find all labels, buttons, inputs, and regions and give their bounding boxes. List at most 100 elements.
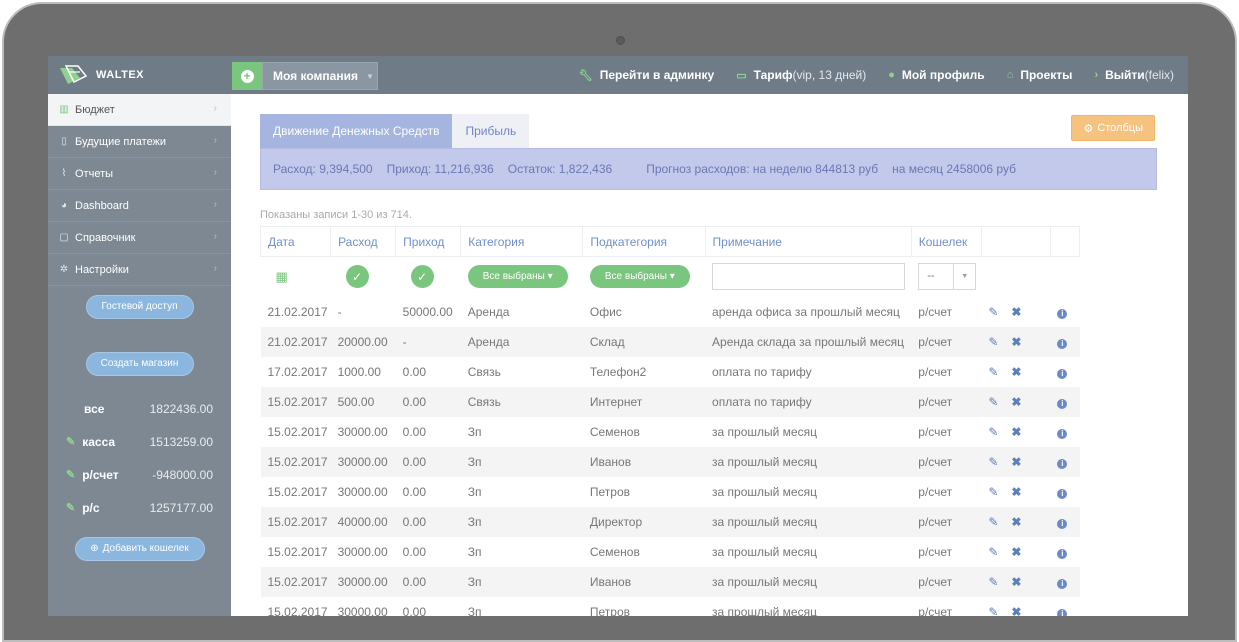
- pencil-icon[interactable]: ✎: [66, 468, 75, 481]
- wallet-cash[interactable]: ✎ касса 1513259.00: [48, 425, 231, 458]
- wallet-account[interactable]: ✎ р/счет -948000.00: [48, 458, 231, 491]
- top-bar: WALTEX + Моя компания ▼ 🔧︎ Перейти в адм…: [48, 56, 1188, 94]
- delete-icon[interactable]: ✖: [1011, 395, 1021, 409]
- sidebar-item-label: Отчеты: [75, 167, 114, 180]
- col-date[interactable]: Дата: [259, 226, 332, 257]
- pencil-icon[interactable]: ✎: [988, 455, 998, 469]
- info-icon[interactable]: i: [1057, 458, 1068, 469]
- info-icon[interactable]: i: [1057, 608, 1068, 616]
- cell-subcategory: Директор: [582, 506, 706, 537]
- pencil-icon[interactable]: ✎: [988, 365, 998, 379]
- cell-subcategory: Иванов: [582, 566, 706, 597]
- cell-wallet: р/счет: [911, 476, 982, 507]
- create-shop-button[interactable]: Создать магазин: [85, 352, 194, 376]
- logo[interactable]: WALTEX: [58, 63, 228, 87]
- note-filter-input[interactable]: [712, 263, 906, 291]
- delete-icon[interactable]: ✖: [1011, 545, 1021, 559]
- sidebar-item-settings[interactable]: ✲ Настройки ›: [48, 254, 231, 286]
- columns-button[interactable]: ⚙ Столбцы: [1071, 115, 1155, 141]
- projects-link[interactable]: ⌂ Проекты: [1007, 68, 1073, 82]
- cell-category: Зп: [460, 596, 583, 616]
- admin-link[interactable]: 🔧︎ Перейти в админку: [579, 68, 714, 82]
- col-actions: [980, 226, 1051, 257]
- money-icon: ▭: [736, 69, 747, 82]
- delete-icon[interactable]: ✖: [1011, 305, 1021, 319]
- profile-link[interactable]: ● Мой профиль: [888, 68, 984, 82]
- delete-icon[interactable]: ✖: [1011, 425, 1021, 439]
- subcategory-filter-dropdown[interactable]: Все выбраны ▾: [589, 265, 690, 289]
- pencil-icon[interactable]: ✎: [988, 605, 998, 617]
- chevron-right-icon: ›: [213, 199, 217, 210]
- info-icon[interactable]: i: [1057, 488, 1068, 499]
- cell-subcategory: Иванов: [582, 446, 706, 477]
- delete-icon[interactable]: ✖: [1011, 575, 1021, 589]
- sidebar-item-future-payments[interactable]: ▯ Будущие платежи ›: [48, 126, 231, 158]
- delete-icon[interactable]: ✖: [1011, 515, 1021, 529]
- pencil-icon[interactable]: ✎: [988, 395, 998, 409]
- delete-icon[interactable]: ✖: [1011, 485, 1021, 499]
- sidebar-item-reference[interactable]: ▢ Справочник ›: [48, 222, 231, 254]
- calendar-icon[interactable]: ▦: [276, 269, 288, 284]
- col-subcategory[interactable]: Подкатегория: [582, 226, 706, 257]
- category-filter-label: Все выбраны: [482, 271, 545, 283]
- delete-icon[interactable]: ✖: [1011, 335, 1021, 349]
- pencil-icon[interactable]: ✎: [988, 425, 998, 439]
- add-wallet-button[interactable]: ⊕ Добавить кошелек: [74, 537, 205, 561]
- summary-balance: Остаток: 1,822,436: [507, 162, 613, 176]
- col-category[interactable]: Категория: [460, 226, 584, 257]
- pencil-icon[interactable]: ✎: [988, 515, 998, 529]
- guest-access-button[interactable]: Гостевой доступ: [85, 295, 194, 319]
- delete-icon[interactable]: ✖: [1011, 365, 1021, 379]
- sidebar-item-budget[interactable]: ▥ Бюджет ›: [48, 94, 231, 126]
- expense-filter-check[interactable]: ✓: [345, 265, 369, 289]
- info-icon[interactable]: i: [1057, 578, 1068, 589]
- cell-wallet: р/счет: [911, 566, 982, 597]
- col-income[interactable]: Приход: [395, 226, 462, 257]
- col-note[interactable]: Примечание: [704, 226, 912, 257]
- info-icon[interactable]: i: [1057, 308, 1068, 319]
- company-dropdown[interactable]: Моя компания ▼: [262, 62, 378, 90]
- info-icon[interactable]: i: [1057, 548, 1068, 559]
- cell-wallet: р/счет: [911, 356, 982, 387]
- pencil-icon[interactable]: ✎: [988, 485, 998, 499]
- pencil-icon[interactable]: ✎: [988, 545, 998, 559]
- info-icon[interactable]: i: [1057, 368, 1068, 379]
- wallet-filter-select[interactable]: -- ▼: [918, 263, 977, 291]
- company-selector[interactable]: + Моя компания ▼: [232, 62, 378, 90]
- tab-profit[interactable]: Прибыль: [452, 114, 530, 148]
- chevron-down-icon: ▼: [365, 71, 374, 81]
- pencil-icon[interactable]: ✎: [66, 435, 75, 448]
- cell-subcategory: Телефон2: [582, 356, 706, 387]
- logout-link[interactable]: › Выйти (felix): [1094, 68, 1174, 82]
- info-icon[interactable]: i: [1057, 338, 1068, 349]
- info-icon[interactable]: i: [1057, 518, 1068, 529]
- info-icon[interactable]: i: [1057, 398, 1068, 409]
- pencil-icon[interactable]: ✎: [988, 575, 998, 589]
- chart-icon: ⌇: [61, 168, 67, 179]
- cell-date: 15.02.2017: [260, 536, 331, 567]
- delete-icon[interactable]: ✖: [1011, 605, 1021, 617]
- table-row: 15.02.2017 30000.00 0.00 Зп Петров за прошлый…: [260, 476, 1080, 507]
- info-icon[interactable]: i: [1057, 428, 1068, 439]
- income-filter-check[interactable]: ✓: [410, 265, 434, 289]
- cell-category: Аренда: [460, 296, 583, 327]
- cell-income: 0.00: [395, 566, 461, 597]
- col-expense[interactable]: Расход: [330, 226, 397, 257]
- category-filter-dropdown[interactable]: Все выбраны ▾: [467, 265, 568, 289]
- cell-date: 15.02.2017: [260, 506, 331, 537]
- sidebar-item-dashboard[interactable]: ◕ Dashboard ›: [48, 190, 231, 222]
- sidebar-item-reports[interactable]: ⌇ Отчеты ›: [48, 158, 231, 190]
- col-wallet[interactable]: Кошелек: [910, 226, 982, 257]
- tab-cash-flow[interactable]: Движение Денежных Средств: [260, 114, 453, 148]
- pencil-icon[interactable]: ✎: [988, 305, 998, 319]
- wallet-all[interactable]: все 1822436.00: [48, 392, 231, 425]
- cell-note: за прошлый месяц: [705, 536, 912, 567]
- pencil-icon[interactable]: ✎: [66, 501, 75, 514]
- cell-category: Зп: [460, 506, 583, 537]
- tariff-link[interactable]: ▭ Тариф (vip, 13 дней): [736, 68, 866, 82]
- wallet-rs[interactable]: ✎ р/с 1257177.00: [48, 491, 231, 524]
- pencil-icon[interactable]: ✎: [988, 335, 998, 349]
- delete-icon[interactable]: ✖: [1011, 455, 1021, 469]
- add-company-button[interactable]: +: [232, 62, 262, 90]
- chevron-down-icon: ▼: [953, 264, 975, 290]
